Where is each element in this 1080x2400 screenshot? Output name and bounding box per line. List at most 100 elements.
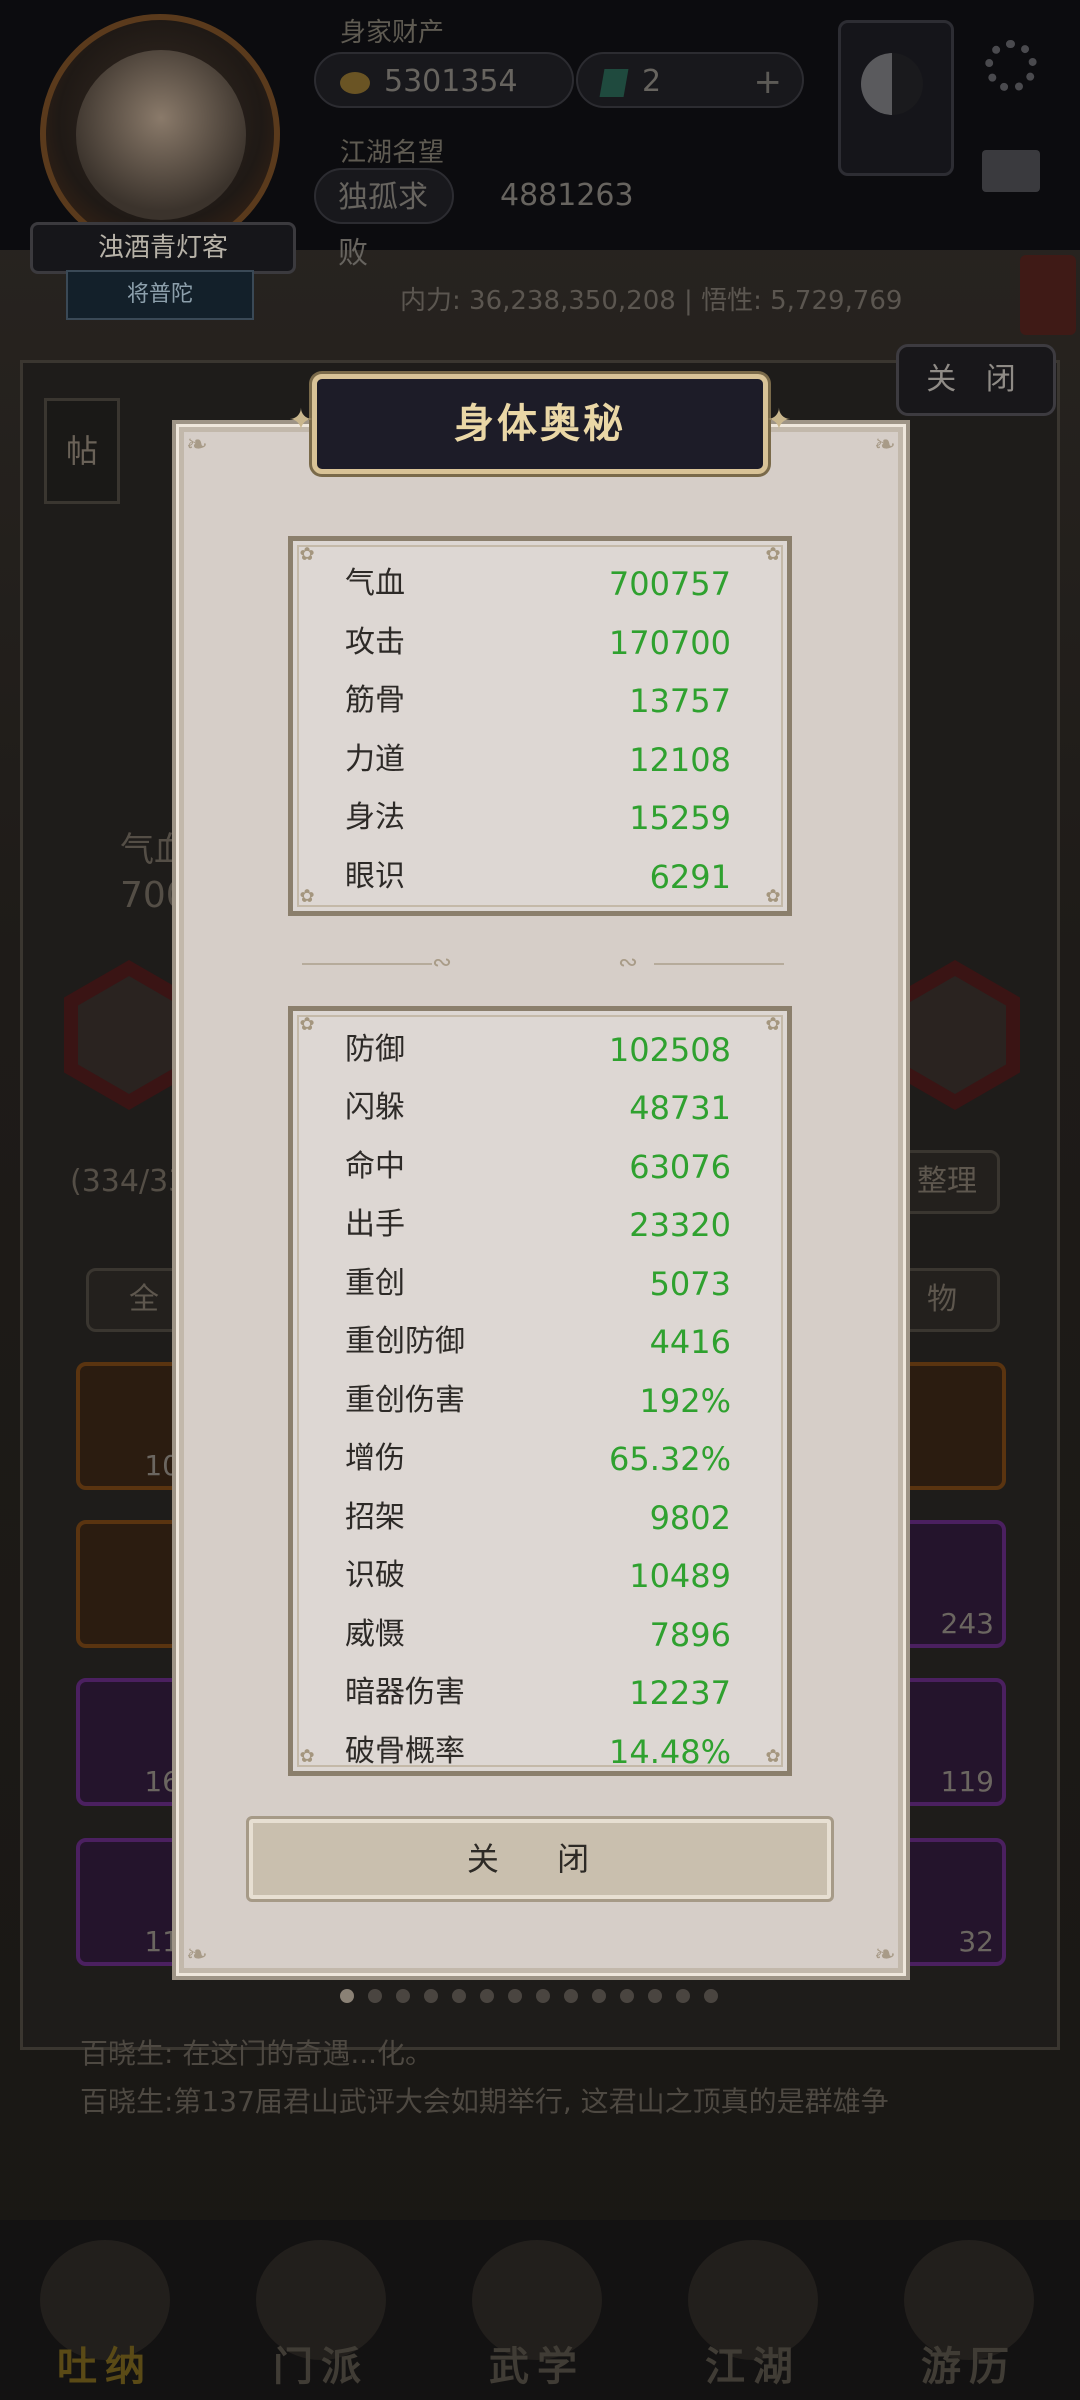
top-bar: 身家财产 5301354 2 + 江湖名望 独孤求败 4881263: [0, 0, 1080, 271]
item-count: 119: [940, 1765, 994, 1798]
stat-value: 65.32%: [608, 1440, 731, 1478]
item-count: 243: [940, 1607, 994, 1640]
stat-name: 威慑: [345, 1617, 405, 1652]
stat-value: 23320: [629, 1206, 731, 1244]
gem-icon: [599, 68, 629, 97]
stat-row-critical-damage: 重创伤害 192%: [293, 1372, 787, 1430]
stat-value: 4416: [649, 1323, 731, 1361]
item-count: 32: [958, 1925, 994, 1958]
stat-row-dodge: 闪躲 48731: [293, 1079, 787, 1137]
coin-value: 5301354: [384, 64, 518, 99]
nav-label: 游历: [921, 2344, 1017, 2390]
stat-name: 重创防御: [345, 1324, 465, 1359]
log-line: 百晓生: 在这门的奇遇...化。: [80, 2037, 434, 2070]
stat-name: 身法: [345, 800, 405, 835]
stat-row-hp: 气血 700757: [293, 555, 787, 613]
page-dot: [480, 1989, 494, 2003]
side-tab-post[interactable]: 帖: [44, 398, 120, 504]
nav-label: 江湖: [705, 2344, 801, 2390]
page-dot: [340, 1989, 354, 2003]
stat-value: 102508: [608, 1031, 731, 1069]
dialog-title: 身体奥秘: [454, 401, 626, 447]
nav-martial-arts[interactable]: 武学: [452, 2220, 622, 2400]
stat-name: 力道: [345, 742, 405, 777]
stat-value: 192%: [639, 1382, 731, 1420]
stat-row-defense: 防御 102508: [293, 1021, 787, 1079]
page-dot: [536, 1989, 550, 2003]
divider-ornament: ∾: [618, 948, 639, 976]
stat-name: 筋骨: [345, 683, 405, 718]
nav-jianghu[interactable]: 江湖: [668, 2220, 838, 2400]
divider-line: [654, 963, 784, 965]
stat-row-attack: 攻击 170700: [293, 614, 787, 672]
taiji-icon: [861, 53, 923, 115]
player-name: 浊酒青灯客: [30, 222, 296, 274]
stat-value: 48731: [629, 1089, 731, 1127]
page-indicator: [340, 1988, 732, 2008]
stat-name: 增伤: [345, 1441, 405, 1476]
stat-row-parry: 招架 9802: [293, 1489, 787, 1547]
page-dot: [676, 1989, 690, 2003]
avatar[interactable]: [40, 14, 280, 254]
rank-title: 独孤求败: [314, 168, 454, 271]
stat-value: 10489: [629, 1557, 731, 1595]
stat-row-agility: 身法 15259: [293, 789, 787, 847]
stat-name: 重创伤害: [345, 1383, 465, 1418]
page-dot: [424, 1989, 438, 2003]
stat-value: 63076: [629, 1148, 731, 1186]
stat-name: 重创: [345, 1266, 405, 1301]
coin-icon: [340, 71, 370, 94]
stat-name: 气血: [345, 566, 405, 601]
divider-ornament: ∾: [432, 948, 453, 976]
page-dot: [452, 1989, 466, 2003]
stat-value: 12108: [629, 741, 731, 779]
bottom-nav: 吐纳 门派 武学 江湖 游历: [0, 2220, 1080, 2400]
dialog-title-banner: ✦ ✦ 身体奥秘: [288, 374, 792, 474]
corner-ornament: ❧: [186, 1940, 208, 1970]
nav-travel[interactable]: 游历: [884, 2220, 1054, 2400]
stat-value: 12237: [629, 1674, 731, 1712]
stat-value: 7896: [649, 1616, 731, 1654]
primary-stats-box: ✿ ✿ ✿ ✿ 气血 700757 攻击 170700 筋骨 13757 力道 1210…: [288, 536, 792, 916]
stat-name: 防御: [345, 1032, 405, 1067]
nav-tuna[interactable]: 吐纳: [20, 2220, 190, 2400]
stat-value: 700757: [608, 565, 731, 603]
inventory-count: (334/33: [70, 1164, 188, 1199]
corner-ornament: ❧: [874, 1940, 896, 1970]
close-button[interactable]: 关 闭: [246, 1816, 834, 1902]
taiji-button[interactable]: [838, 20, 954, 176]
stat-row-intimidation: 威慑 7896: [293, 1606, 787, 1664]
nav-label: 门派: [273, 2344, 369, 2390]
background-close-button[interactable]: 关 闭: [896, 344, 1056, 416]
stat-row-damage-boost: 增伤 65.32%: [293, 1430, 787, 1488]
settings-gear-icon[interactable]: [985, 40, 1037, 92]
secondary-stats-list[interactable]: ✿ ✿ ✿ ✿ 防御 102508 闪躲 48731 命中 63076 出手 23320…: [288, 1006, 792, 1776]
stat-name: 破骨概率: [345, 1734, 465, 1769]
nav-sect[interactable]: 门派: [236, 2220, 406, 2400]
stat-name: 识破: [345, 1558, 405, 1593]
stat-row-perception: 眼识 6291: [293, 848, 787, 906]
log-line: 百晓生:第137届君山武评大会如期举行, 这君山之顶真的是群雄争: [80, 2085, 889, 2118]
page-dot: [508, 1989, 522, 2003]
add-gems-button[interactable]: +: [754, 54, 783, 110]
stat-row-critical-defense: 重创防御 4416: [293, 1313, 787, 1371]
page-dot: [564, 1989, 578, 2003]
reputation-label: 江湖名望: [340, 138, 445, 168]
page-dot: [368, 1989, 382, 2003]
mail-icon[interactable]: [982, 150, 1040, 192]
gem-value: 2: [642, 64, 662, 99]
event-log: 百晓生: 在这门的奇遇...化。 百晓生:第137届君山武评大会如期举行, 这君…: [80, 2030, 1020, 2126]
nav-label: 吐纳: [57, 2344, 153, 2390]
stat-name: 眼识: [345, 859, 405, 894]
page-dot: [704, 1989, 718, 2003]
stat-value: 6291: [649, 858, 731, 896]
nav-label: 武学: [489, 2344, 585, 2390]
corner-ornament: ❧: [874, 430, 896, 460]
power-stats-line: 内力: 36,238,350,208 | 悟性: 5,729,769: [400, 286, 903, 316]
avatar-portrait: [76, 50, 246, 220]
page-dot: [620, 1989, 634, 2003]
red-menu-button[interactable]: [1020, 255, 1076, 335]
player-subtitle[interactable]: 将普陀: [66, 270, 254, 320]
stat-value: 14.48%: [608, 1733, 731, 1771]
stat-name: 命中: [345, 1149, 405, 1184]
